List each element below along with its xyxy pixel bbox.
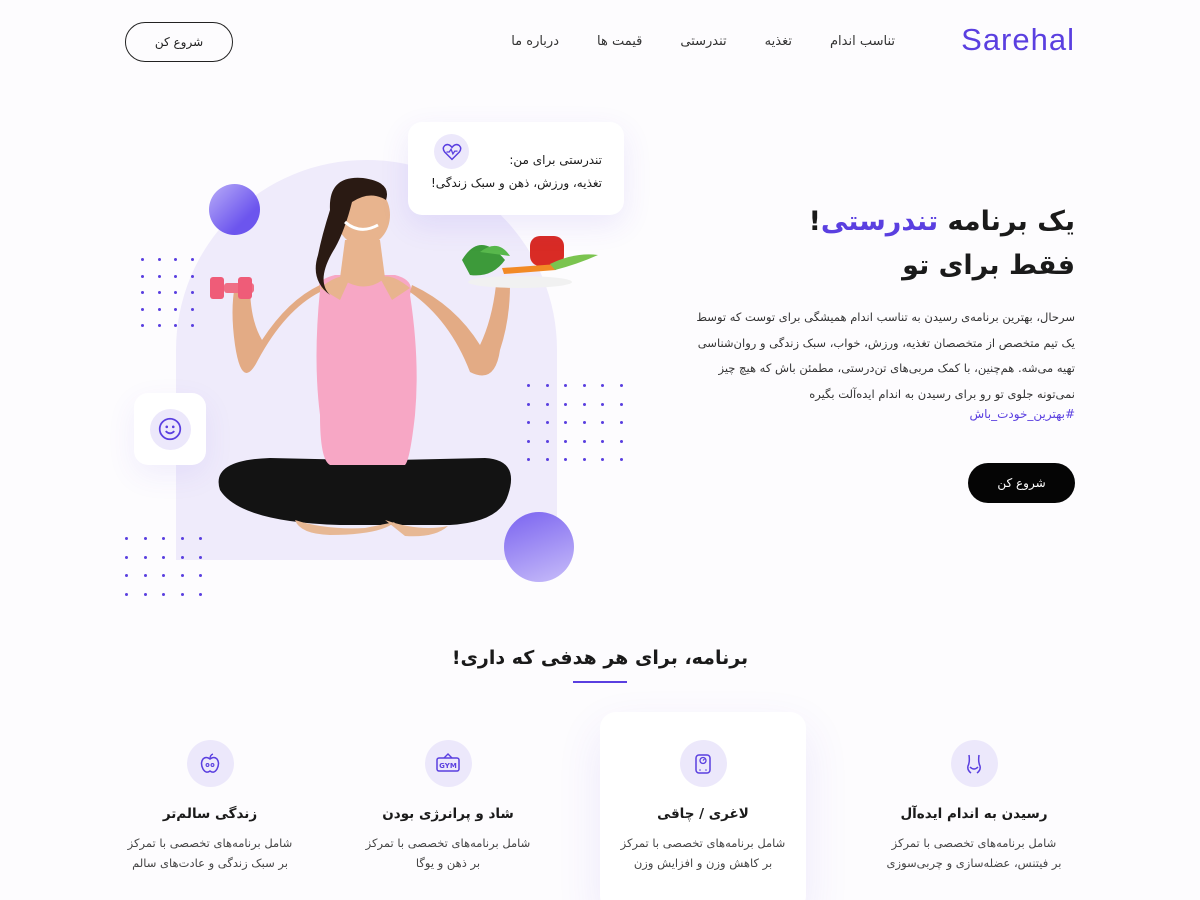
nav-item-nutrition[interactable]: تغذیه [765,34,792,49]
decor-dot [143,592,147,596]
svg-text:GYM: GYM [439,762,457,770]
decor-dot [619,439,623,443]
program-description-line2: بر ذهن و یوگا [415,856,481,870]
smile-icon [149,408,191,450]
decor-circle-top [209,184,260,235]
decor-dot [141,324,145,328]
decor-circle-bottom [504,512,574,582]
program-description-line2: بر کاهش وزن و افزایش وزن [633,856,773,870]
hero-start-button[interactable]: شروع کن [968,463,1075,503]
decor-dot [199,592,203,596]
decor-dot [157,291,161,295]
decor-dot [162,574,166,578]
decor-dot [125,574,129,578]
decor-dot [619,458,623,462]
apple-icon [186,740,234,787]
hero-heading: یک برنامه تندرستی! فقط برای تو [675,200,1075,288]
program-description: شامل برنامه‌های تخصصی با تمرکز بر ذهن و … [338,833,558,873]
decor-dot [162,555,166,559]
decor-dot [174,291,178,295]
logo[interactable]: Sarehal [961,22,1075,58]
hero-description: سرحال، بهترین برنامه‌ی رسیدن به تناسب ان… [696,310,1075,401]
decor-dot [125,555,129,559]
decor-dot [174,274,178,278]
decor-dot [619,402,623,406]
program-description-line1: شامل برنامه‌های تخصصی با تمرکز [620,836,786,850]
program-description: شامل برنامه‌های تخصصی با تمرکز بر کاهش و… [593,833,813,873]
decor-dot [125,592,129,596]
body-shape-icon [950,740,998,787]
decor-dot [174,307,178,311]
nav-item-wellness[interactable]: تندرستی [680,34,726,49]
decor-dot [157,258,161,262]
decor-dot [141,307,145,311]
hero-title-accent: تندرستی [820,206,939,237]
hero-title-line1: یک برنامه تندرستی! [675,200,1075,244]
wellness-info-card: تندرستی برای من: تغذیه، ورزش، ذهن و سبک … [408,122,624,215]
hero-title-part1: یک برنامه [938,206,1076,237]
program-title: شاد و پرانرژی بودن [382,806,514,822]
program-description-line1: شامل برنامه‌های تخصصی با تمرکز [365,836,531,850]
program-description-line1: شامل برنامه‌های تخصصی با تمرکز [127,836,293,850]
decor-dot [143,574,147,578]
scale-icon [679,740,727,787]
hero-hashtag[interactable]: #بهترین_خودت_باش [969,407,1075,421]
program-description: شامل برنامه‌های تخصصی با تمرکز بر سبک زن… [100,833,320,873]
hero-title-line2: فقط برای تو [902,250,1075,281]
program-description-line2: بر فیتنس، عضله‌سازی و چربی‌سوزی [886,856,1062,870]
decor-dot [174,258,178,262]
decor-dot [157,307,161,311]
decor-dot [143,555,147,559]
program-card-energy[interactable]: GYM شاد و پرانرژی بودن شامل برنامه‌های ت… [338,740,558,873]
header-start-button[interactable]: شروع کن [125,22,233,62]
programs-title-underline [573,681,627,683]
nav-item-pricing[interactable]: قیمت ها [597,34,642,49]
decor-dot [619,384,623,388]
decor-dot [619,421,623,425]
wellness-card-line2: تغذیه، ورزش، ذهن و سبک زندگی! [430,176,602,190]
hero-title-part2: ! [808,206,821,237]
main-nav: تناسب اندام تغذیه تندرستی قیمت ها درباره… [511,34,895,49]
program-card-healthy-life[interactable]: زندگی سالم‌تر شامل برنامه‌های تخصصی با ت… [100,740,320,873]
decor-dot [125,537,129,541]
decor-dot [180,592,184,596]
smile-card [134,393,206,465]
program-title: زندگی سالم‌تر [162,806,258,822]
program-card-ideal-body[interactable]: رسیدن به اندام ایده‌آل شامل برنامه‌های ت… [864,740,1084,873]
decor-dot [141,258,145,262]
decor-dot [157,324,161,328]
nav-item-fitness[interactable]: تناسب اندام [830,34,895,49]
decor-dot [162,537,166,541]
wellness-card-line1: تندرستی برای من: [509,153,602,167]
decor-dot [162,592,166,596]
site-header: Sarehal تناسب اندام تغذیه تندرستی قیمت ه… [0,0,1200,90]
nav-item-about[interactable]: درباره ما [511,34,559,49]
program-description-line1: شامل برنامه‌های تخصصی با تمرکز [891,836,1057,850]
decor-dot [141,274,145,278]
program-title: لاغری / چاقی [657,806,749,822]
decor-dot [143,537,147,541]
gym-sign-icon: GYM [424,740,472,787]
programs-title: برنامه، برای هر هدفی که داری! [451,647,749,669]
program-card-weight[interactable]: لاغری / چاقی شامل برنامه‌های تخصصی با تم… [593,740,813,873]
program-description: شامل برنامه‌های تخصصی با تمرکز بر فیتنس،… [864,833,1084,873]
program-title: رسیدن به اندام ایده‌آل [900,806,1048,822]
heart-pulse-icon [434,134,469,169]
decor-dot [157,274,161,278]
decor-dot [141,291,145,295]
program-description-line2: بر سبک زندگی و عادت‌های سالم [132,856,288,870]
